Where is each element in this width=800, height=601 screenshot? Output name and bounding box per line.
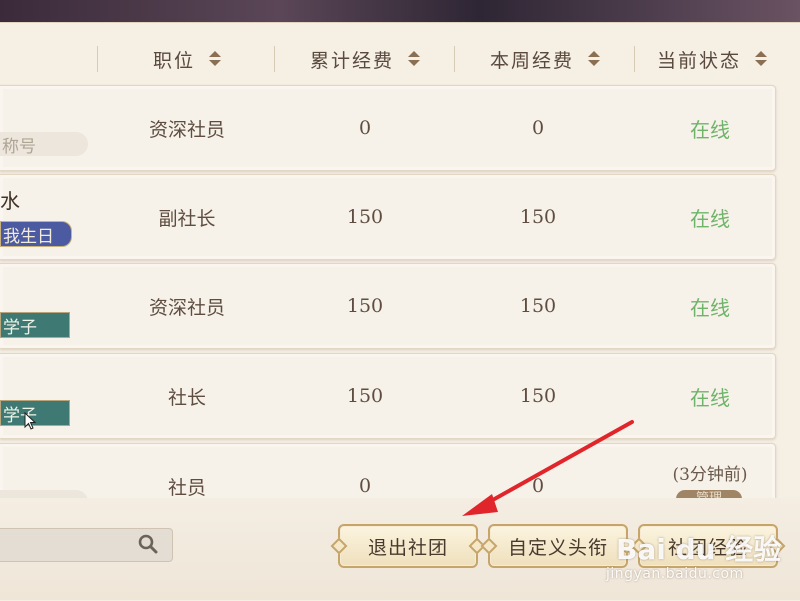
member-total-funds: 0 [358,117,372,139]
member-title-tag: 称号 [0,132,88,157]
mouse-cursor-icon [24,412,36,430]
search-icon[interactable] [138,534,158,554]
table-row[interactable]: 学子 社长 150 150 在线 [0,353,776,439]
member-position: 资深社员 [148,296,225,319]
member-status: 在线 [690,295,730,320]
member-name: 水 [0,189,20,213]
member-weekly-funds: 150 [519,206,557,228]
table-row[interactable]: 称号 资深社员 0 0 在线 [0,85,776,171]
sort-icon[interactable] [755,51,767,67]
member-total-funds: 150 [346,206,384,228]
member-status: 在线 [690,206,730,231]
member-weekly-funds: 0 [531,117,545,139]
member-status: 在线 [690,385,730,410]
member-weekly-funds: 150 [519,385,557,407]
table-header: 职位 累计经费 本周经费 当前状态 [0,36,800,82]
header-status-label: 当前状态 [656,49,741,72]
member-weekly-funds: 150 [519,295,557,317]
table-row[interactable]: 水 我生日 副社长 150 150 在线 [0,174,776,260]
member-status: 在线 [690,117,730,142]
header-total-funds-label: 累计经费 [309,49,394,72]
sort-icon[interactable] [408,51,420,67]
sort-icon[interactable] [209,51,221,67]
watermark-brand: Bai du 经验 [616,533,782,566]
header-total-funds[interactable]: 累计经费 [276,36,454,82]
watermark: Bai du 经验 jingyan.baidu.com [606,510,796,586]
member-title-text: 称号 [2,136,36,157]
header-status[interactable]: 当前状态 [636,36,788,82]
header-divider [454,46,455,72]
member-title-tag: 我生日 [0,221,72,247]
member-title-text: 学子 [3,317,37,338]
watermark-url: jingyan.baidu.com [606,566,744,582]
member-total-funds: 150 [346,385,384,407]
leave-club-button[interactable]: 退出社团 [338,524,478,568]
member-title-text: 我生日 [3,226,54,247]
member-title-tag: 学子 [0,312,70,338]
header-weekly-funds-label: 本周经费 [489,49,574,72]
header-divider [97,46,98,72]
member-position: 社长 [167,386,206,409]
member-total-funds: 150 [346,295,384,317]
member-position: 副社长 [158,207,216,230]
sort-icon[interactable] [588,51,600,67]
table-row[interactable]: 学子 资深社员 150 150 在线 [0,263,776,349]
member-position: 资深社员 [148,118,225,141]
header-position-label: 职位 [152,49,195,72]
header-position[interactable]: 职位 [100,36,274,82]
header-divider [634,46,635,72]
header-weekly-funds[interactable]: 本周经费 [456,36,634,82]
header-divider [274,46,275,72]
